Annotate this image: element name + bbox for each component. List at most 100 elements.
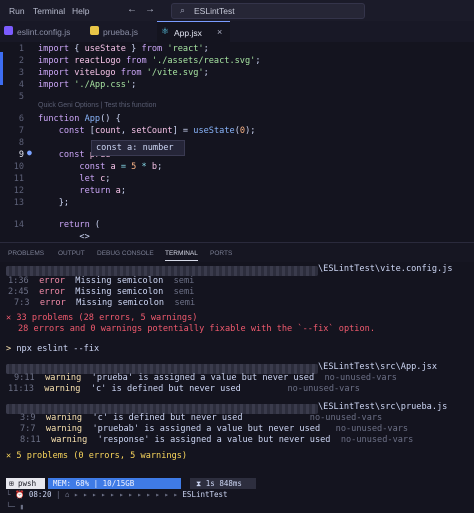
code-line: import { useState } from 'react'; xyxy=(38,44,209,54)
code-token: from xyxy=(125,56,152,66)
code-editor[interactable]: 1 2 3 4 5 6 7 8 9 10 11 12 13 14 ● impor… xyxy=(0,42,474,242)
code-token: () { xyxy=(100,114,121,124)
line-number: 3 xyxy=(18,68,24,78)
fixable-summary: 28 errors and 0 warnings potentially fix… xyxy=(18,324,375,334)
command-center-search[interactable]: ⌕ ESLintTest xyxy=(171,3,365,19)
line-number: 13 xyxy=(13,198,24,208)
prompt-statusline: ⊞ pwsh MEM: 68% | 10/15GB ⧗ 1s 848ms xyxy=(0,478,474,490)
code-line: return ( xyxy=(38,220,100,230)
codelens-hint[interactable]: Quick Geni Options | Test this function xyxy=(38,102,156,109)
line-number: 6 xyxy=(18,114,24,124)
code-token: 5 xyxy=(131,162,142,172)
lint-row: 9:11 warning 'prueba' is assigned a valu… xyxy=(14,373,397,383)
tab-terminal[interactable]: TERMINAL xyxy=(165,250,198,261)
code-token: ; xyxy=(131,80,137,90)
lint-row: 7:3 error Missing semicolon semi xyxy=(14,298,196,308)
code-line: function App() { xyxy=(38,114,121,124)
menu-terminal[interactable]: Terminal xyxy=(33,6,65,16)
code-token: , xyxy=(120,126,132,136)
menu-help[interactable]: Help xyxy=(72,6,89,16)
shell-name: pwsh xyxy=(18,479,37,488)
tab-ports[interactable]: PORTS xyxy=(210,250,232,257)
line-number: 7 xyxy=(18,126,24,136)
code-token: } xyxy=(125,44,142,54)
line-number: 1 xyxy=(18,44,24,54)
forward-arrow-icon[interactable]: → xyxy=(145,4,155,15)
code-token: ; xyxy=(157,162,163,172)
timer-icon: ⧗ xyxy=(196,479,202,488)
code-line: const a = 5 * b; xyxy=(38,162,162,172)
redacted-path xyxy=(6,266,318,276)
code-token: return xyxy=(58,220,95,230)
code-line: <> xyxy=(38,232,90,242)
code-token: viteLogo xyxy=(74,68,121,78)
tab-problems[interactable]: PROBLEMS xyxy=(8,250,44,257)
memory-segment: MEM: 68% | 10/15GB xyxy=(48,478,181,489)
code-token: <> xyxy=(38,232,90,242)
lint-row: 1:36 error Missing semicolon semi xyxy=(8,276,195,286)
code-line: import reactLogo from './assets/react.sv… xyxy=(38,56,261,66)
code-line: import viteLogo from '/vite.svg'; xyxy=(38,68,209,78)
code-token: ; xyxy=(203,68,209,78)
tab-app-jsx[interactable]: ⚛ App.jsx × xyxy=(157,21,230,43)
code-token: from xyxy=(120,68,147,78)
code-token: const xyxy=(79,162,111,172)
code-token: reactLogo xyxy=(74,56,126,66)
code-token: a xyxy=(110,162,121,172)
code-token: setCount xyxy=(131,126,173,136)
line-number: 5 xyxy=(18,92,24,102)
tab-eslint-config[interactable]: eslint.config.js xyxy=(0,21,83,42)
close-icon[interactable]: × xyxy=(217,27,222,37)
line-number: 9 xyxy=(18,150,24,160)
terminal[interactable]: \ESLintTest\vite.config.js 1:36 error Mi… xyxy=(0,262,474,513)
code-line: const [count, setCount] = useState(0); xyxy=(38,126,256,136)
problems-summary: ✕ 33 problems (28 errors, 5 warnings) xyxy=(6,313,198,323)
code-token: useState xyxy=(84,44,126,54)
line-number: 8 xyxy=(18,138,24,148)
code-token: useState xyxy=(193,126,235,136)
code-token: '/vite.svg' xyxy=(146,68,204,78)
lightbulb-icon[interactable]: ● xyxy=(27,148,32,157)
line-number: 14 xyxy=(13,220,24,230)
back-arrow-icon[interactable]: ← xyxy=(127,4,137,15)
code-token: ; xyxy=(255,56,261,66)
panel-tab-bar: PROBLEMS OUTPUT DEBUG CONSOLE TERMINAL P… xyxy=(0,242,474,263)
problems-summary: ✕ 5 problems (0 errors, 5 warnings) xyxy=(6,451,188,461)
react-file-icon: ⚛ xyxy=(161,26,170,36)
code-token: const xyxy=(58,126,90,136)
file-path: \ESLintTest\src\App.jsx xyxy=(318,362,437,372)
code-token: ; xyxy=(120,186,126,196)
line-number: 11 xyxy=(13,174,24,184)
command-line: > npx eslint --fix xyxy=(6,344,100,354)
code-token: ] = xyxy=(172,126,194,136)
lint-row: 11:13 warning 'c' is defined but never u… xyxy=(8,384,360,394)
lint-row: 2:45 error Missing semicolon semi xyxy=(8,287,195,297)
search-icon: ⌕ xyxy=(180,5,186,15)
code-token: ; xyxy=(105,174,111,184)
code-token: ); xyxy=(245,126,256,136)
tab-output[interactable]: OUTPUT xyxy=(58,250,85,257)
line-number: 2 xyxy=(18,56,24,66)
windows-icon: ⊞ xyxy=(9,479,14,488)
code-token: const xyxy=(58,150,90,160)
tab-prueba[interactable]: prueba.js xyxy=(86,21,150,42)
lint-row: 8:11 warning 'response' is assigned a va… xyxy=(20,435,414,445)
gutter-marker xyxy=(0,52,3,85)
code-token: 'react' xyxy=(167,44,204,54)
shell-segment: ⊞ pwsh xyxy=(6,478,45,489)
tooltip-text: const a: number xyxy=(96,143,174,153)
code-token: './App.css' xyxy=(74,80,132,90)
eslint-file-icon xyxy=(4,26,13,35)
code-token: import xyxy=(38,56,75,66)
search-text: ESLintTest xyxy=(194,6,235,16)
line-number: 4 xyxy=(18,80,24,90)
menu-run[interactable]: Run xyxy=(9,6,25,16)
code-token: let xyxy=(79,174,101,184)
tab-debug-console[interactable]: DEBUG CONSOLE xyxy=(97,250,154,257)
code-token: './assets/react.svg' xyxy=(151,56,256,66)
lint-row: 7:7 warning 'pruebab' is assigned a valu… xyxy=(20,424,409,434)
